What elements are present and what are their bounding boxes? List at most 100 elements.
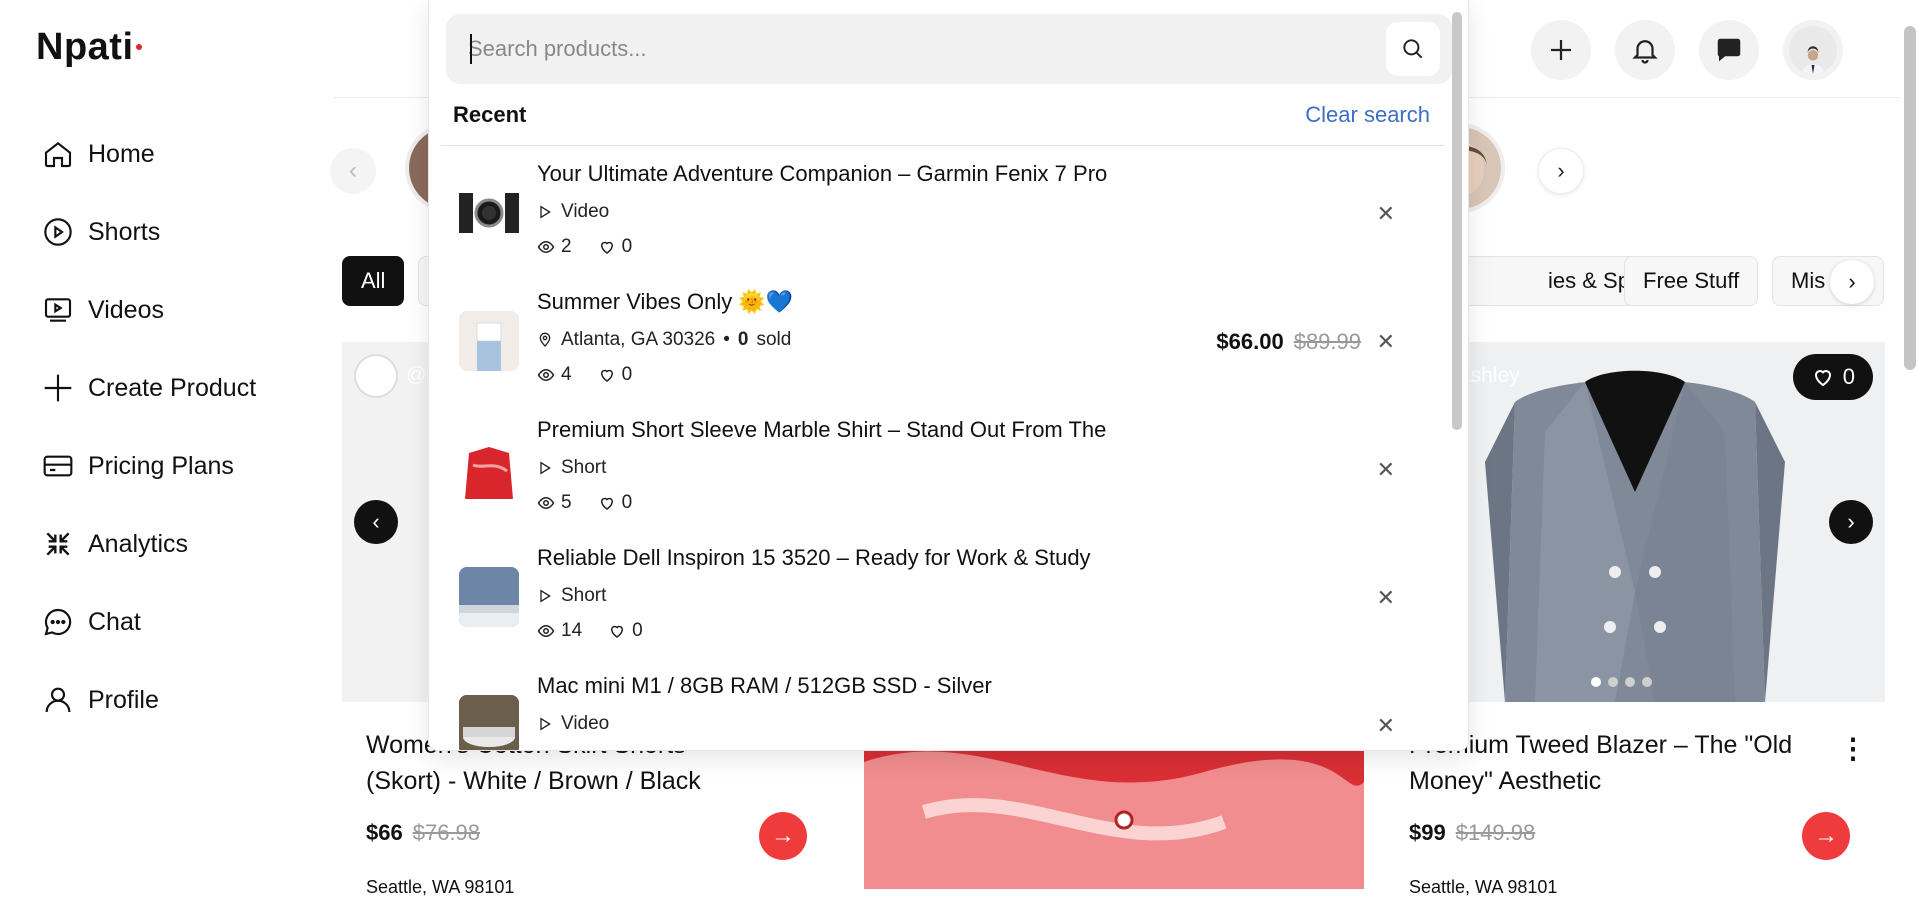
item-stats: 14 0	[537, 620, 643, 642]
chips-next-button[interactable]: ›	[1830, 260, 1874, 304]
sidebar-item-create-product[interactable]: Create Product	[42, 349, 256, 427]
search-input[interactable]	[468, 14, 1368, 84]
recent-search-item[interactable]: Mac mini M1 / 8GB RAM / 512GB SSD - Silv…	[429, 661, 1449, 750]
item-type: Video	[537, 201, 609, 223]
sidebar-item-pricing-plans[interactable]: Pricing Plans	[42, 427, 256, 505]
sidebar-item-videos[interactable]: Videos	[42, 271, 256, 349]
avatar-image	[1786, 23, 1840, 77]
item-title: Premium Short Sleeve Marble Shirt – Stan…	[537, 417, 1107, 442]
product-location: Seattle, WA 98101	[366, 877, 515, 897]
like-count: 0	[621, 364, 633, 385]
page-scrollbar[interactable]	[1904, 26, 1916, 370]
item-title: Reliable Dell Inspiron 15 3520 – Ready f…	[537, 545, 1091, 570]
create-button[interactable]	[1531, 20, 1591, 80]
item-title: Mac mini M1 / 8GB RAM / 512GB SSD - Silv…	[537, 673, 992, 698]
sold-count: 0	[737, 329, 749, 350]
recent-search-item[interactable]: Your Ultimate Adventure Companion – Garm…	[429, 149, 1449, 276]
like-count: 0	[621, 236, 633, 257]
item-thumbnail	[459, 183, 519, 243]
price-current: $66	[366, 820, 403, 845]
eye-icon	[537, 496, 555, 510]
recent-search-item[interactable]: Premium Short Sleeve Marble Shirt – Stan…	[429, 405, 1449, 532]
item-title: Summer Vibes Only 🌞💙	[537, 289, 794, 314]
price-old: $89.99	[1293, 329, 1361, 354]
view-count: 2	[561, 236, 572, 257]
more-options-icon[interactable]: ⋮	[1839, 732, 1867, 765]
sidebar-item-chat[interactable]: Chat	[42, 583, 256, 661]
messages-button[interactable]	[1699, 20, 1759, 80]
sidebar-item-label: Videos	[88, 295, 164, 324]
chip-free-stuff[interactable]: Free Stuff	[1624, 256, 1759, 306]
plus-icon	[44, 374, 72, 402]
seller-handle[interactable]: @	[406, 364, 426, 387]
brand-logo[interactable]: Npati	[36, 26, 142, 69]
search-button[interactable]	[1386, 22, 1440, 76]
video-icon	[44, 298, 72, 322]
remove-item-button[interactable]: ✕	[1377, 713, 1395, 739]
item-type-label: Short	[561, 585, 607, 606]
heart-icon	[1814, 370, 1831, 387]
item-type-label: Video	[561, 713, 610, 734]
stories-next-button[interactable]: ›	[1538, 148, 1584, 194]
sidebar-item-profile[interactable]: Profile	[42, 661, 256, 739]
search-dropdown: Recent Clear search Your Ultimate Advent…	[428, 0, 1469, 751]
search-icon	[1403, 39, 1423, 59]
play-icon	[540, 589, 551, 603]
item-type: Video	[537, 713, 609, 735]
item-stats: 4 0	[537, 364, 632, 386]
heart-icon	[600, 241, 613, 254]
chip-all[interactable]: All	[342, 256, 405, 306]
remove-item-button[interactable]: ✕	[1377, 585, 1395, 611]
remove-item-button[interactable]: ✕	[1377, 329, 1395, 355]
product-price: $66 $76.98	[366, 820, 480, 846]
image-dots	[1591, 677, 1652, 687]
item-price: $66.00 $89.99	[1216, 329, 1361, 355]
sidebar-nav: Home Shorts Videos Create Product Pricin…	[42, 115, 256, 739]
image-prev-button[interactable]: ‹	[354, 500, 398, 544]
chat-icon	[44, 608, 72, 636]
price-current: $66.00	[1216, 329, 1284, 354]
item-type-label: Video	[561, 201, 610, 222]
item-type: Short	[537, 585, 606, 607]
recent-label: Recent	[453, 102, 527, 127]
plus-icon	[1551, 40, 1571, 60]
bullet: •	[723, 329, 730, 350]
stories-prev-button[interactable]: ‹	[330, 148, 376, 194]
sidebar-item-label: Profile	[88, 685, 159, 714]
clear-search-button[interactable]: Clear search	[1305, 102, 1430, 128]
product-title[interactable]: Premium Tweed Blazer – The "Old Money" A…	[1409, 727, 1809, 799]
price-current: $99	[1409, 820, 1446, 845]
notifications-button[interactable]	[1615, 20, 1675, 80]
view-count: 5	[561, 492, 572, 513]
remove-item-button[interactable]: ✕	[1377, 457, 1395, 483]
play-icon	[540, 461, 551, 475]
sidebar-item-label: Pricing Plans	[88, 451, 234, 480]
view-product-button[interactable]: →	[759, 812, 807, 860]
remove-item-button[interactable]: ✕	[1377, 201, 1395, 227]
sidebar-item-home[interactable]: Home	[42, 115, 256, 193]
location-label: Atlanta, GA 30326	[561, 329, 716, 350]
like-count: 0	[632, 620, 643, 641]
sidebar-item-analytics[interactable]: Analytics	[42, 505, 256, 583]
seller-avatar[interactable]	[354, 354, 398, 398]
image-next-button[interactable]: ›	[1829, 500, 1873, 544]
recent-search-item[interactable]: Reliable Dell Inspiron 15 3520 – Ready f…	[429, 533, 1449, 660]
product-location: Seattle, WA 98101	[1409, 877, 1558, 897]
text-caret	[470, 34, 472, 64]
heart-icon	[600, 369, 613, 382]
item-stats: 5 0	[537, 492, 632, 514]
item-title: Your Ultimate Adventure Companion – Garm…	[537, 161, 1108, 186]
analytics-icon	[46, 532, 70, 556]
play-icon	[540, 717, 551, 731]
like-button[interactable]: 0	[1792, 354, 1873, 400]
view-count: 4	[561, 364, 572, 385]
heart-icon	[611, 625, 624, 638]
sidebar: Npati Home Shorts Videos Create Product …	[0, 0, 330, 889]
item-stats: 2 0	[537, 236, 632, 258]
dropdown-scrollbar[interactable]	[1452, 12, 1462, 430]
heart-icon	[600, 497, 613, 510]
recent-search-item[interactable]: Summer Vibes Only 🌞💙 Atlanta, GA 30326 •…	[429, 277, 1449, 404]
sidebar-item-shorts[interactable]: Shorts	[42, 193, 256, 271]
avatar[interactable]	[1783, 20, 1843, 80]
view-product-button[interactable]: →	[1802, 812, 1850, 860]
